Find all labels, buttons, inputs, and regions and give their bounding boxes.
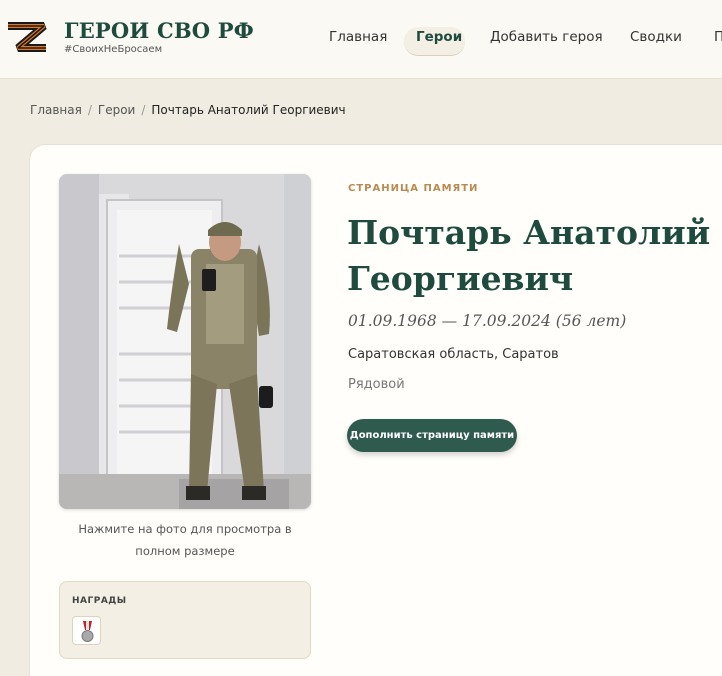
- breadcrumb-separator: /: [87, 103, 92, 117]
- breadcrumb-separator: /: [141, 103, 146, 117]
- hero-name-line2: Георгиевич: [347, 259, 574, 298]
- breadcrumb: Главная / Герои / Почтарь Анатолий Георгиеви…: [30, 103, 346, 117]
- awards-panel: НАГРАДЫ: [59, 581, 311, 659]
- breadcrumb-current: Почтарь Анатолий Георгиевич: [151, 103, 346, 117]
- breadcrumb-home[interactable]: Главная: [30, 103, 82, 117]
- page-kicker: СТРАНИЦА ПАМЯТИ: [348, 183, 479, 194]
- nav-item-add-hero[interactable]: Добавить героя: [490, 26, 603, 48]
- medal-icon: [81, 621, 94, 642]
- awards-title: НАГРАДЫ: [72, 596, 127, 606]
- add-memory-button[interactable]: Дополнить страницу памяти: [347, 419, 517, 452]
- hero-location: Саратовская область, Саратов: [348, 347, 559, 362]
- site-header: ГЕРОИ СВО РФ #СвоихНеБросаем Главная Гер…: [0, 0, 722, 79]
- brand[interactable]: ГЕРОИ СВО РФ #СвоихНеБросаем: [64, 18, 254, 56]
- breadcrumb-heroes[interactable]: Герои: [98, 103, 135, 117]
- nav-item-heroes[interactable]: Герои: [416, 26, 462, 48]
- hero-name-line1: Почтарь Анатолий: [347, 213, 711, 252]
- nav-item-home[interactable]: Главная: [329, 26, 387, 48]
- hero-rank: Рядовой: [348, 377, 405, 392]
- life-dates: 01.09.1968 — 17.09.2024 (56 лет): [348, 312, 627, 330]
- brand-tagline: #СвоихНеБросаем: [64, 44, 163, 55]
- hero-photo[interactable]: [59, 174, 311, 509]
- z-ribbon-icon[interactable]: [6, 20, 48, 54]
- hero-name: Почтарь Анатолий Георгиевич: [347, 210, 722, 302]
- award-item[interactable]: [72, 616, 101, 645]
- brand-title: ГЕРОИ СВО РФ: [64, 18, 254, 43]
- nav-item-reports[interactable]: Сводки: [630, 26, 682, 48]
- photo-caption: Нажмите на фото для просмотра в полном р…: [78, 522, 292, 558]
- nav-item-more[interactable]: П: [714, 26, 722, 48]
